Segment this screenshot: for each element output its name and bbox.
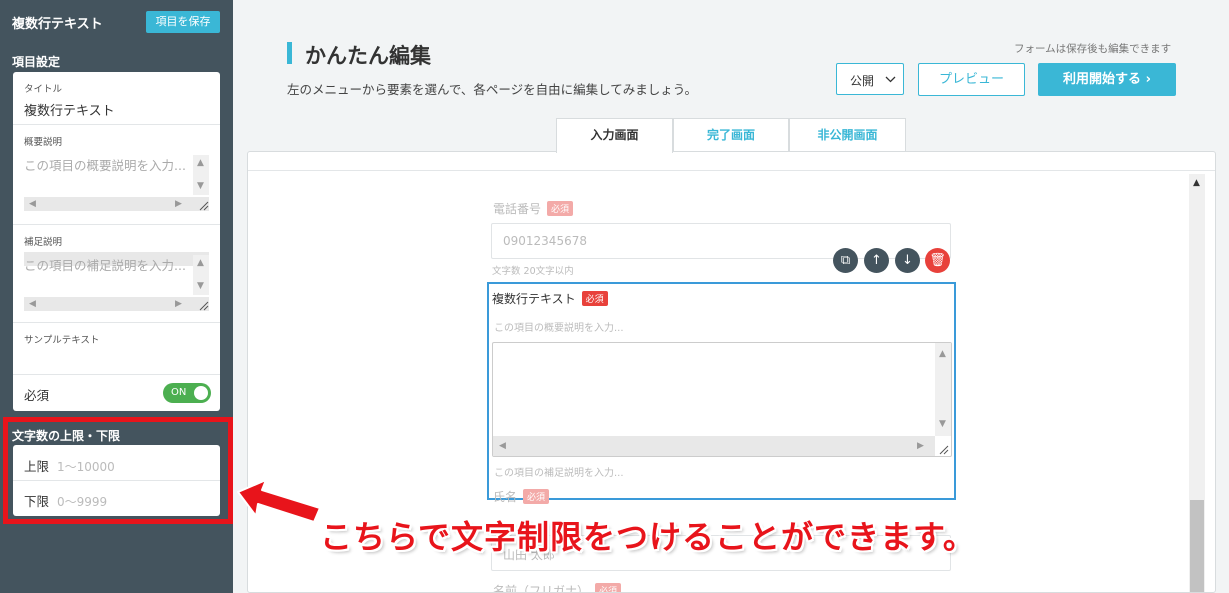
required-label: 必須 (24, 388, 50, 403)
phone-hint: 文字数 20文字以内 (492, 266, 574, 277)
start-button[interactable]: 利用開始する › (1038, 63, 1176, 96)
sidebar-title: 複数行テキスト (12, 17, 103, 32)
supplement-vscroll[interactable]: ▲ ▼ (193, 255, 209, 295)
required-toggle[interactable]: ON (163, 383, 211, 403)
save-note: フォームは保存後も編集できます (1014, 43, 1172, 55)
summary-field: 概要説明 この項目の概要説明を入力... ▲ ▼ ◀ ▶ (13, 125, 220, 266)
annotation-highlight-frame (3, 417, 233, 524)
phone-label: 電話番号 必須 (493, 200, 574, 217)
settings-card: タイトル 複数行テキスト 概要説明 この項目の概要説明を入力... ▲ ▼ ◀ ▶ … (13, 72, 220, 411)
supplement-field-label: 補足説明 (24, 237, 63, 248)
toggle-knob (194, 386, 208, 400)
multiline-label-text: 複数行テキスト (492, 292, 576, 306)
title-field[interactable]: タイトル 複数行テキスト (13, 72, 220, 125)
supplement-field: 補足説明 この項目の補足説明を入力... ▲ ▼ ◀ ▶ (13, 225, 220, 323)
name-label-text: 氏名 (493, 490, 518, 504)
title-field-value[interactable]: 複数行テキスト (24, 100, 115, 119)
preview-button[interactable]: プレビュー (918, 63, 1025, 96)
resize-grip-icon[interactable] (197, 199, 209, 211)
name-label: 氏名 必須 (493, 488, 550, 505)
page-title: かんたん編集 (305, 44, 431, 68)
multiline-label: 複数行テキスト 必須 (492, 290, 608, 307)
arrow-up-icon[interactable]: ↑ (864, 248, 889, 273)
visibility-select[interactable]: 公開 (836, 63, 904, 95)
panel-scrollbar[interactable]: ▲ (1189, 174, 1205, 592)
required-badge: 必須 (581, 291, 608, 306)
supplement-textarea[interactable]: この項目の補足説明を入力... (24, 256, 196, 275)
annotation-text: こちらで文字制限をつけることができます。 (320, 518, 976, 556)
panel-divider (248, 170, 1215, 171)
tab-complete[interactable]: 完了画面 (673, 118, 789, 152)
summary-vscroll[interactable]: ▲ ▼ (193, 155, 209, 195)
annotation-arrow-icon (237, 479, 321, 523)
required-badge: 必須 (523, 489, 550, 504)
multiline-supplement: この項目の補足説明を入力... (494, 468, 624, 479)
required-row: 必須 ON (13, 375, 220, 411)
multiline-summary: この項目の概要説明を入力... (494, 323, 624, 334)
section-item-settings: 項目設定 (12, 55, 61, 69)
save-item-button[interactable]: 項目を保存 (146, 11, 220, 33)
scroll-thumb[interactable] (1190, 500, 1204, 592)
chevron-down-icon (885, 76, 896, 83)
summary-field-label: 概要説明 (24, 137, 63, 148)
visibility-value: 公開 (850, 74, 875, 88)
required-badge: 必須 (595, 583, 622, 592)
required-toggle-text: ON (171, 387, 187, 398)
resize-grip-icon[interactable] (937, 443, 949, 455)
kana-label: 名前（フリガナ） 必須 (493, 582, 622, 593)
title-field-label: タイトル (24, 84, 63, 95)
multiline-textarea[interactable]: ▲ ▼ ◀ ▶ (492, 342, 952, 457)
required-badge: 必須 (547, 201, 574, 216)
textarea-vscroll[interactable]: ▲ ▼ (935, 343, 951, 436)
tab-input[interactable]: 入力画面 (556, 118, 673, 153)
textarea-hscroll[interactable]: ◀ ▶ (493, 436, 935, 456)
sample-text-field[interactable]: サンプルテキスト (13, 323, 220, 375)
kana-label-text: 名前（フリガナ） (493, 584, 590, 593)
resize-grip-icon[interactable] (197, 299, 209, 311)
copy-icon[interactable]: ⧉ (833, 248, 858, 273)
tab-private[interactable]: 非公開画面 (789, 118, 906, 152)
main-area: かんたん編集 左のメニューから要素を選んで、各ページを自由に編集してみましょう。… (233, 0, 1229, 593)
summary-textarea[interactable]: この項目の概要説明を入力... (24, 156, 196, 175)
phone-placeholder: 09012345678 (503, 234, 587, 248)
page-subtitle: 左のメニューから要素を選んで、各ページを自由に編集してみましょう。 (287, 82, 698, 97)
selected-field[interactable]: 複数行テキスト 必須 この項目の概要説明を入力... ▲ ▼ ◀ ▶ この項目の補足説… (487, 282, 956, 500)
arrow-down-icon[interactable]: ↓ (895, 248, 920, 273)
supplement-hscrollbar[interactable]: ◀ ▶ (24, 297, 209, 311)
phone-label-text: 電話番号 (493, 202, 542, 216)
title-accent-bar (287, 42, 292, 64)
sample-text-label: サンプルテキスト (24, 335, 100, 346)
summary-hscrollbar[interactable]: ◀ ▶ (24, 197, 209, 211)
trash-icon[interactable]: 🗑 (925, 248, 950, 273)
